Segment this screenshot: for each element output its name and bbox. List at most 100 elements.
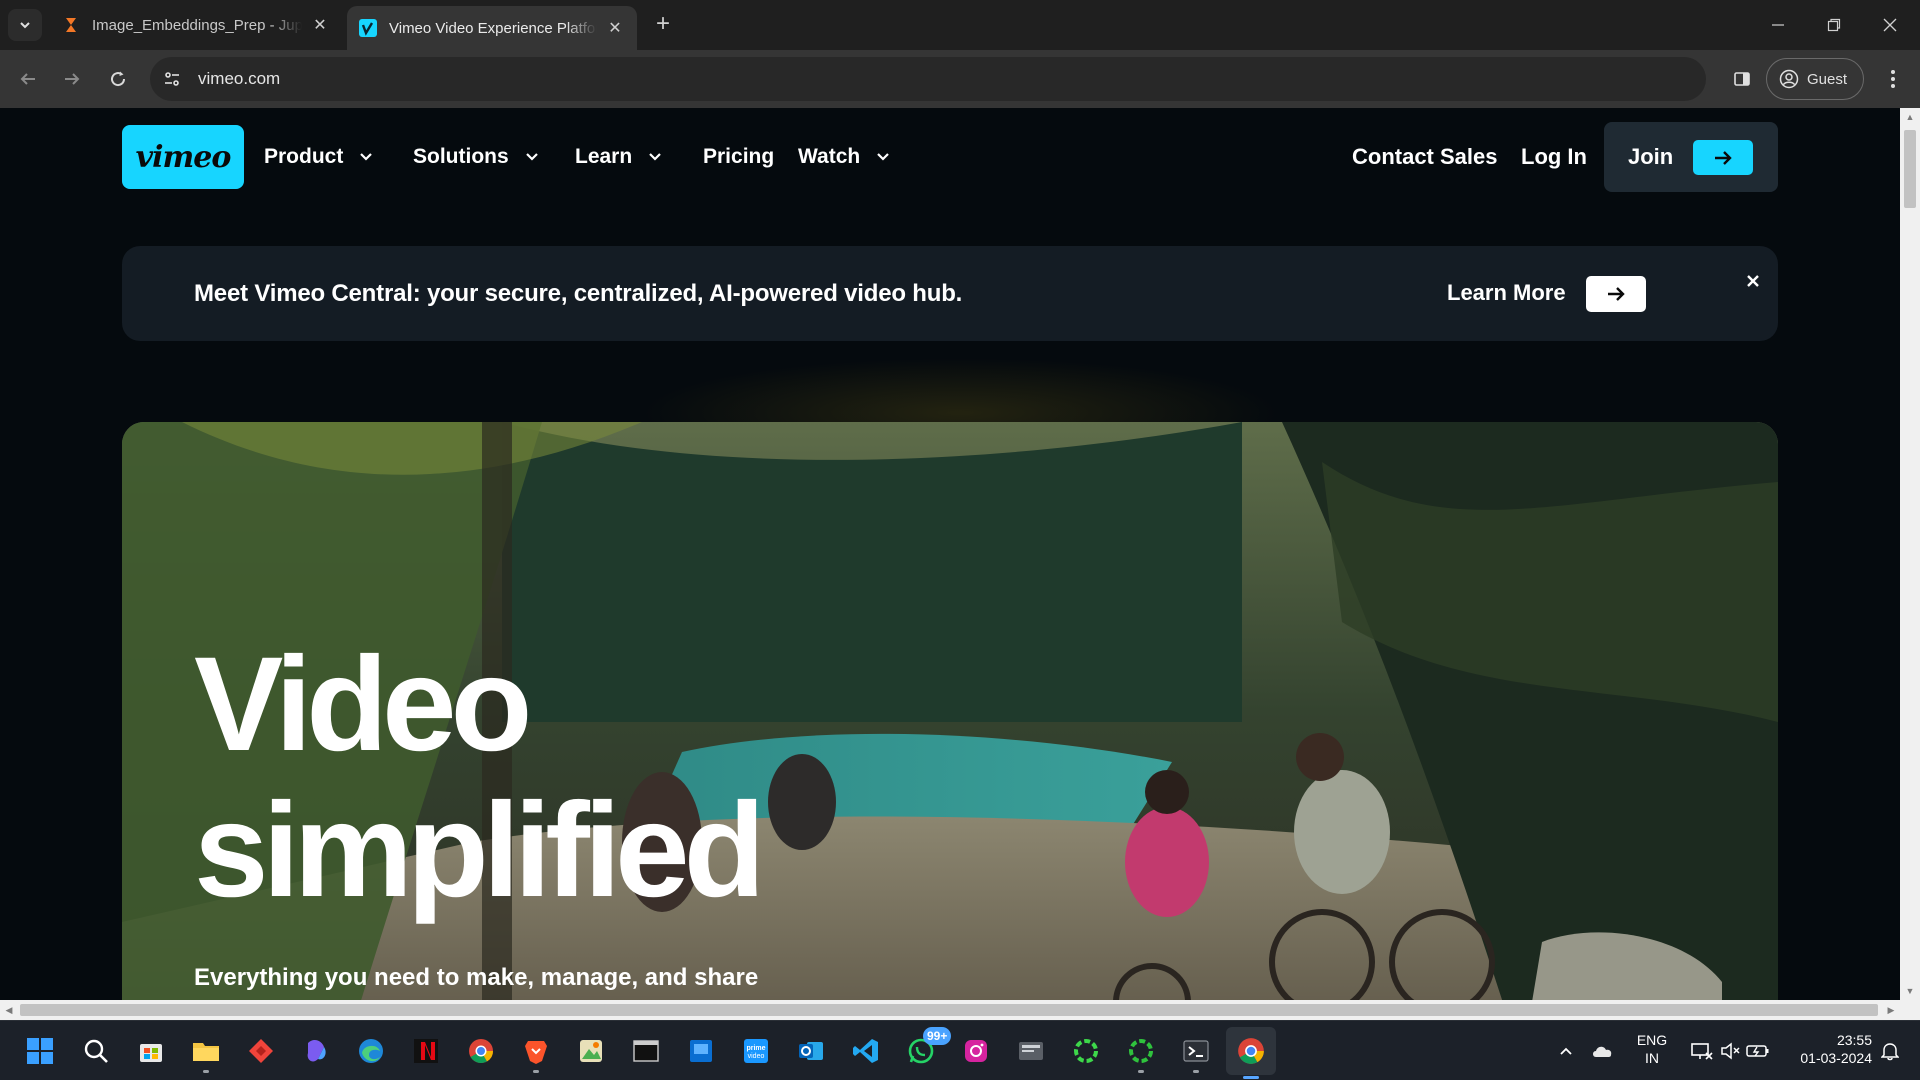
terminal-window-icon[interactable] (628, 1033, 664, 1069)
restore-icon (1827, 18, 1841, 32)
notifications-bell-icon[interactable] (1872, 1033, 1908, 1069)
show-hidden-icons-chevron-up-icon[interactable] (1548, 1033, 1584, 1069)
nav-label: Product (264, 145, 344, 168)
notification-badge: 99+ (923, 1027, 952, 1045)
learn-more-arrow-button[interactable] (1586, 276, 1646, 312)
back-button[interactable] (12, 63, 44, 95)
browser-menu-button[interactable] (1878, 63, 1908, 95)
close-tab-icon[interactable]: ✕ (310, 15, 330, 35)
prime-video-icon[interactable]: prime video (738, 1033, 774, 1069)
copilot-icon[interactable] (298, 1033, 334, 1069)
nav-label: Pricing (703, 145, 775, 168)
announcement-banner: Meet Vimeo Central: your secure, central… (122, 246, 1778, 341)
horizontal-scroll-thumb[interactable] (20, 1004, 1878, 1016)
vertical-scroll-thumb[interactable] (1904, 130, 1916, 208)
green-ring-app-2-icon[interactable] (1123, 1033, 1159, 1073)
edge-icon[interactable] (353, 1033, 389, 1069)
arrow-right-icon (1608, 287, 1625, 301)
scroll-down-icon[interactable]: ▼ (1905, 986, 1915, 996)
close-window-button[interactable] (1870, 10, 1910, 40)
chevron-down-icon (877, 153, 890, 161)
new-tab-button[interactable]: + (650, 12, 676, 38)
image-editor-icon[interactable] (573, 1033, 609, 1069)
language-line-2: IN (1645, 1050, 1659, 1066)
tab-vimeo[interactable]: Vimeo Video Experience Platform ✕ (347, 6, 637, 50)
battery-charging-icon[interactable] (1740, 1033, 1776, 1069)
page-viewport: vimeo Product Solutions Learn Pricing Wa… (0, 108, 1900, 1000)
tab-search-button[interactable] (8, 9, 42, 41)
windows-start-icon[interactable] (22, 1033, 58, 1069)
svg-text:prime: prime (746, 1045, 765, 1052)
netflix-icon[interactable] (408, 1033, 444, 1069)
vertical-scrollbar[interactable]: ▲ ▼ (1900, 108, 1920, 1000)
forward-button[interactable] (56, 63, 88, 95)
nav-label: Solutions (413, 145, 509, 168)
windows-app-icon[interactable] (683, 1033, 719, 1069)
nav-learn[interactable]: Learn (575, 144, 662, 170)
running-indicator (533, 1070, 539, 1073)
reload-button[interactable] (102, 63, 134, 95)
language-line-1: ENG (1636, 1032, 1668, 1048)
running-indicator (1193, 1070, 1199, 1073)
profile-button[interactable]: Guest (1766, 58, 1864, 100)
account-circle-icon (1779, 69, 1799, 89)
banner-message: Meet Vimeo Central: your secure, central… (194, 280, 963, 307)
scroll-left-icon[interactable]: ◀ (4, 1005, 14, 1015)
join-button[interactable]: Join (1604, 122, 1778, 192)
chrome-icon[interactable] (463, 1033, 499, 1069)
side-panel-icon (1734, 72, 1750, 86)
browser-toolbar: vimeo.com Guest (0, 50, 1920, 108)
virtual-machine-icon[interactable] (1013, 1033, 1049, 1069)
site-info-button[interactable] (156, 63, 188, 95)
back-arrow-icon (20, 73, 35, 85)
instagram-icon[interactable] (958, 1033, 994, 1069)
clock[interactable]: 23:55 01-03-2024 (1776, 1031, 1872, 1067)
windows-taskbar: prime video 99+ ENG IN 23:55 01-03-2024 (0, 1020, 1920, 1080)
hourglass-icon (66, 18, 76, 32)
onedrive-cloud-icon[interactable] (1584, 1033, 1620, 1069)
language-indicator[interactable]: ENG IN (1632, 1031, 1672, 1067)
outlook-icon[interactable] (793, 1033, 829, 1069)
vimeo-logo[interactable]: vimeo (122, 125, 244, 189)
chrome-active-icon[interactable] (1226, 1027, 1276, 1079)
vscode-icon[interactable] (848, 1033, 884, 1069)
store-icon[interactable] (133, 1033, 169, 1069)
scroll-up-icon[interactable]: ▲ (1905, 112, 1915, 122)
active-indicator (1243, 1076, 1259, 1079)
nav-watch[interactable]: Watch (798, 144, 890, 170)
svg-text:video: video (748, 1053, 765, 1060)
nav-pricing[interactable]: Pricing (703, 144, 774, 170)
clock-date: 01-03-2024 (1800, 1050, 1872, 1066)
address-bar[interactable]: vimeo.com (150, 57, 1706, 101)
file-explorer-icon[interactable] (188, 1033, 224, 1073)
whatsapp-icon[interactable]: 99+ (903, 1027, 952, 1069)
tab-jupyter[interactable]: Image_Embeddings_Prep - Jupyter ✕ (50, 6, 342, 44)
brave-icon[interactable] (518, 1033, 554, 1073)
banner-close-button[interactable] (1740, 268, 1766, 294)
scroll-right-icon[interactable]: ▶ (1886, 1005, 1896, 1015)
close-icon (1747, 275, 1759, 287)
close-tab-icon[interactable]: ✕ (605, 18, 625, 38)
horizontal-scrollbar[interactable]: ◀ ▶ (0, 1000, 1900, 1020)
powershell-icon[interactable] (1178, 1033, 1214, 1073)
profile-label: Guest (1807, 70, 1848, 88)
tab-title: Vimeo Video Experience Platform (389, 19, 597, 37)
search-icon[interactable] (78, 1033, 114, 1069)
nav-product[interactable]: Product (264, 144, 373, 170)
nav-label: Watch (798, 145, 861, 168)
chevron-down-icon (360, 153, 373, 161)
join-label: Join (1628, 144, 1674, 169)
anydesk-icon[interactable] (243, 1033, 279, 1069)
minimize-button[interactable] (1758, 10, 1798, 40)
contact-sales-link[interactable]: Contact Sales (1352, 144, 1498, 170)
close-icon (1883, 18, 1897, 32)
green-ring-app-icon[interactable] (1068, 1033, 1104, 1069)
restore-button[interactable] (1814, 10, 1854, 40)
tab-title: Image_Embeddings_Prep - Jupyter (92, 16, 302, 34)
url-text: vimeo.com (198, 69, 281, 88)
side-panel-button[interactable] (1726, 63, 1758, 95)
chevron-down-icon (525, 153, 538, 161)
log-in-link[interactable]: Log In (1521, 144, 1587, 170)
nav-solutions[interactable]: Solutions (413, 144, 539, 170)
learn-more-link[interactable]: Learn More (1447, 280, 1566, 306)
